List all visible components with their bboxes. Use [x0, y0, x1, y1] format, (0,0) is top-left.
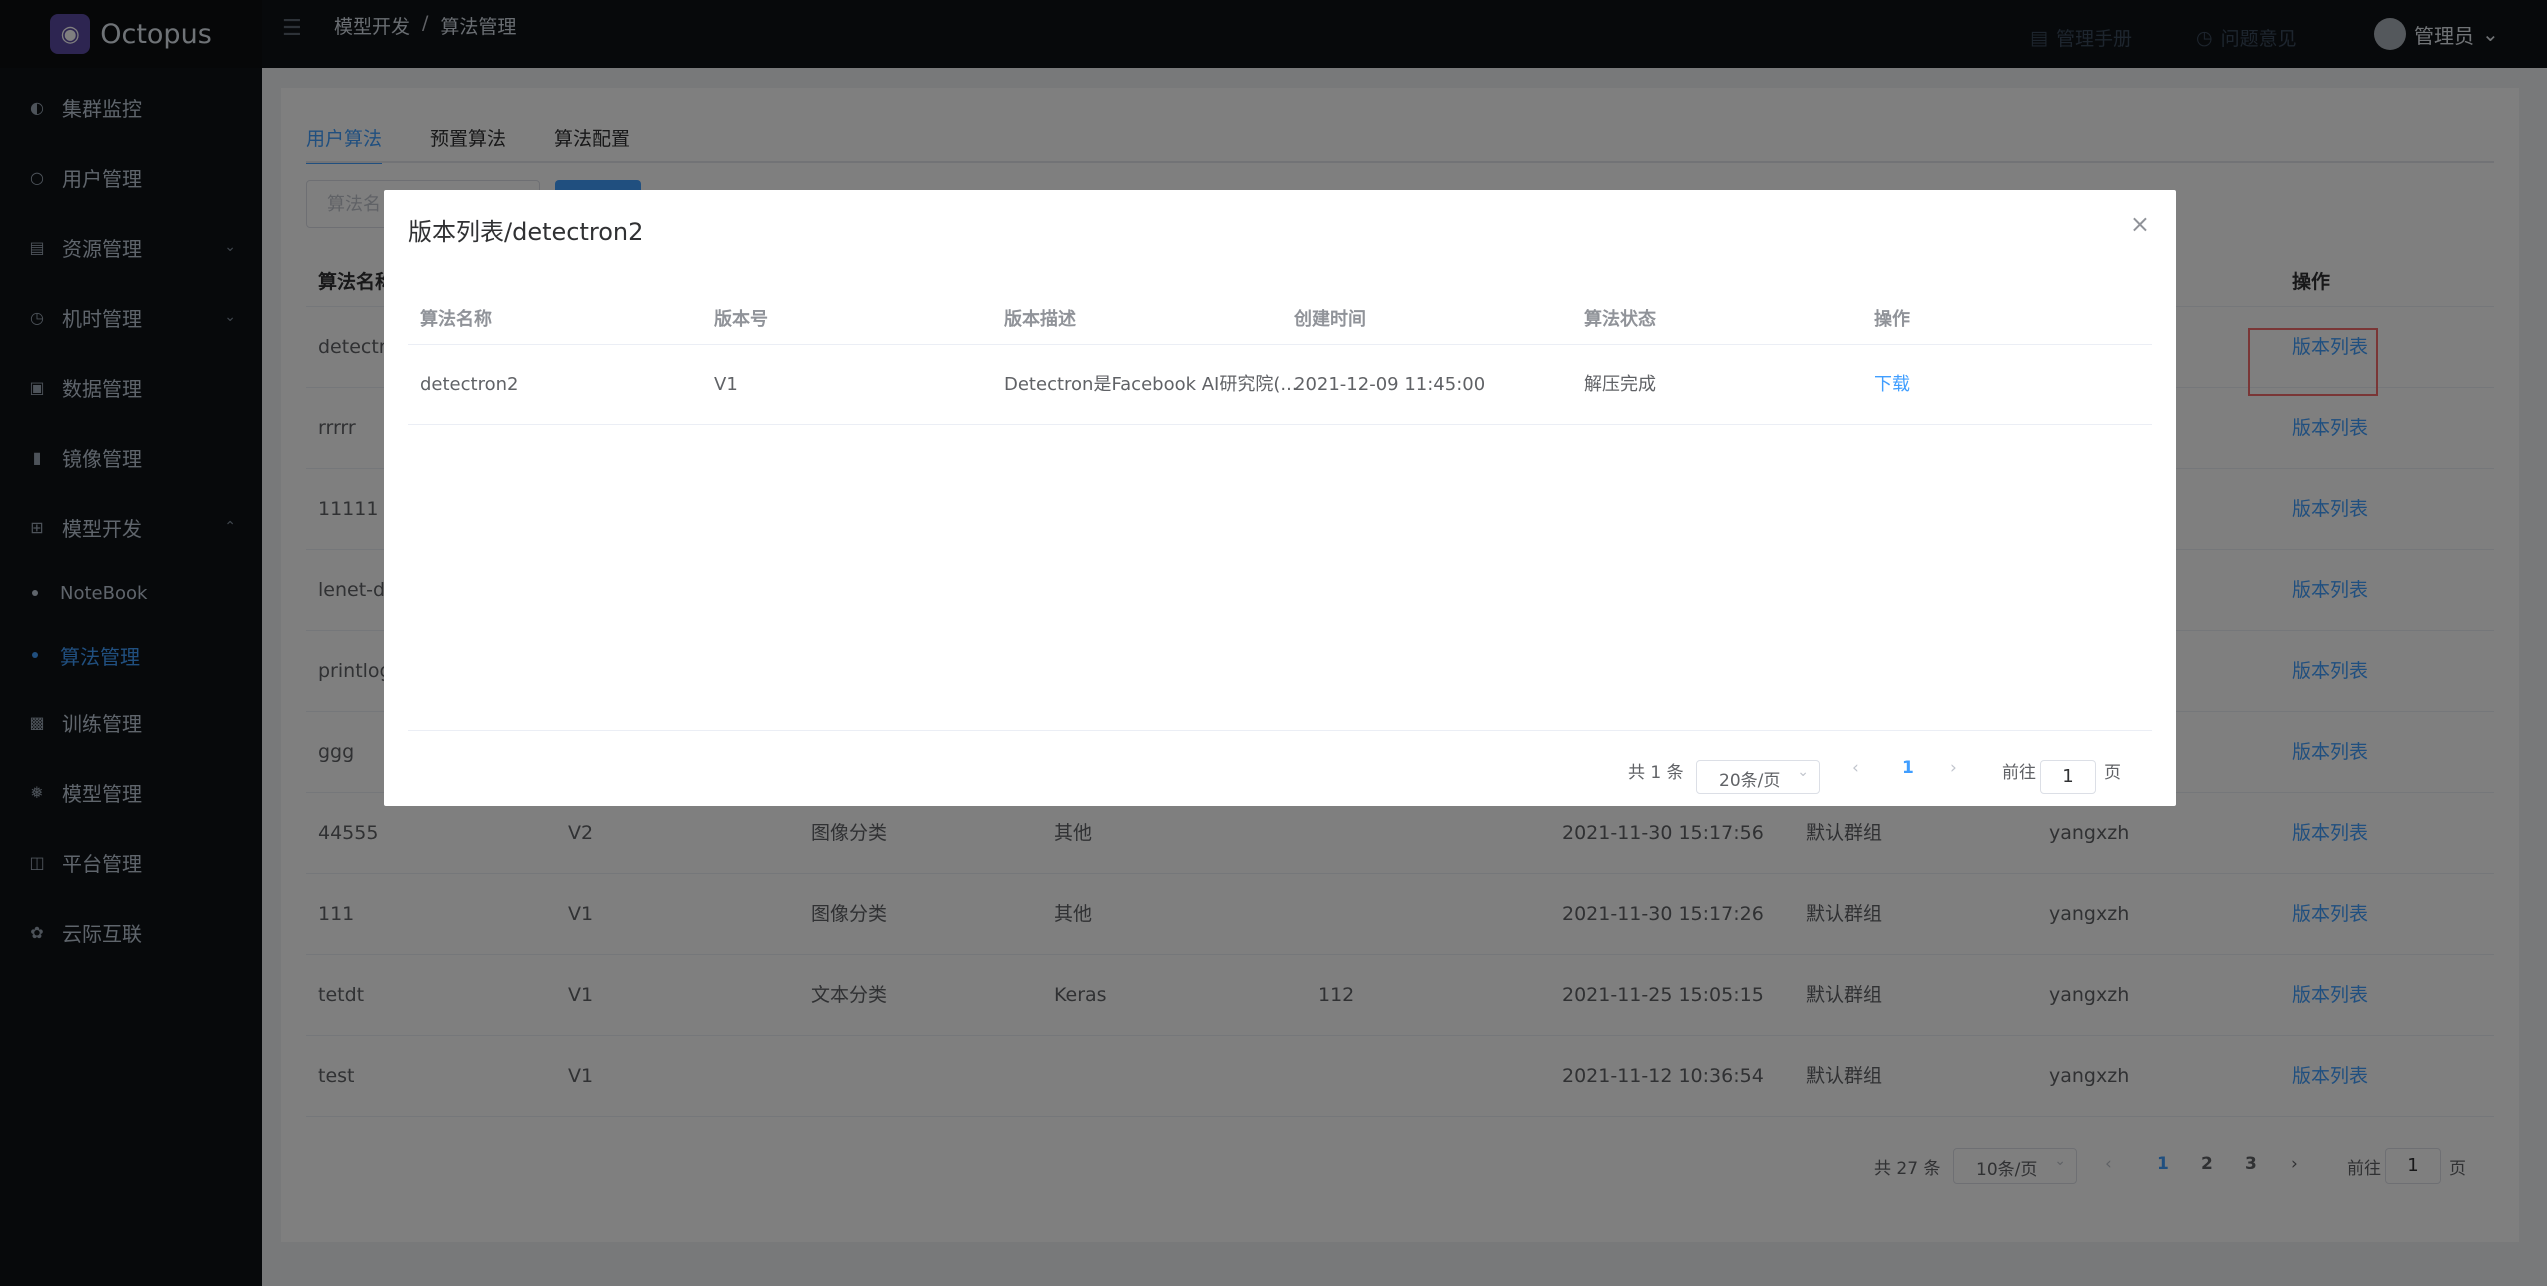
column-header-status: 算法状态: [1584, 309, 1656, 330]
dialog-title: 版本列表/detectron2: [408, 218, 644, 246]
prev-page-icon[interactable]: ‹: [1852, 758, 1859, 778]
dialog-page-size-select[interactable]: 20条/页 ⌄: [1696, 760, 1820, 794]
cell-version: V1: [714, 374, 738, 395]
goto-label: 前往: [2002, 763, 2036, 783]
column-header-created: 创建时间: [1294, 309, 1366, 330]
download-link[interactable]: 下载: [1874, 345, 1910, 424]
dialog-table-row: detectron2 V1 Detectron是Facebook AI研究院(.…: [408, 345, 2152, 425]
column-header-op: 操作: [1874, 309, 1910, 330]
column-header-version: 版本号: [714, 309, 768, 330]
cell-created: 2021-12-09 11:45:00: [1294, 374, 1486, 395]
next-page-icon[interactable]: ›: [1950, 758, 1957, 778]
dialog-page-1[interactable]: 1: [1902, 758, 1914, 778]
cell-description: Detectron是Facebook AI研究院(...: [1004, 374, 1298, 395]
cell-name: detectron2: [420, 374, 519, 395]
column-header-name: 算法名称: [420, 309, 492, 330]
page-suffix: 页: [2104, 763, 2121, 783]
version-list-dialog: 版本列表/detectron2 × 算法名称 版本号 版本描述 创建时间 算法状…: [384, 190, 2176, 806]
dialog-pagination-total: 共 1 条: [1628, 763, 1684, 783]
chevron-down-icon: ⌄: [1797, 764, 1809, 780]
column-header-description: 版本描述: [1004, 309, 1076, 330]
close-icon[interactable]: ×: [2130, 210, 2150, 238]
divider: [408, 730, 2152, 731]
cell-status: 解压完成: [1584, 374, 1656, 395]
dialog-table-header: 算法名称 版本号 版本描述 创建时间 算法状态 操作: [408, 296, 2152, 345]
dialog-goto-page-input[interactable]: 1: [2040, 760, 2096, 794]
